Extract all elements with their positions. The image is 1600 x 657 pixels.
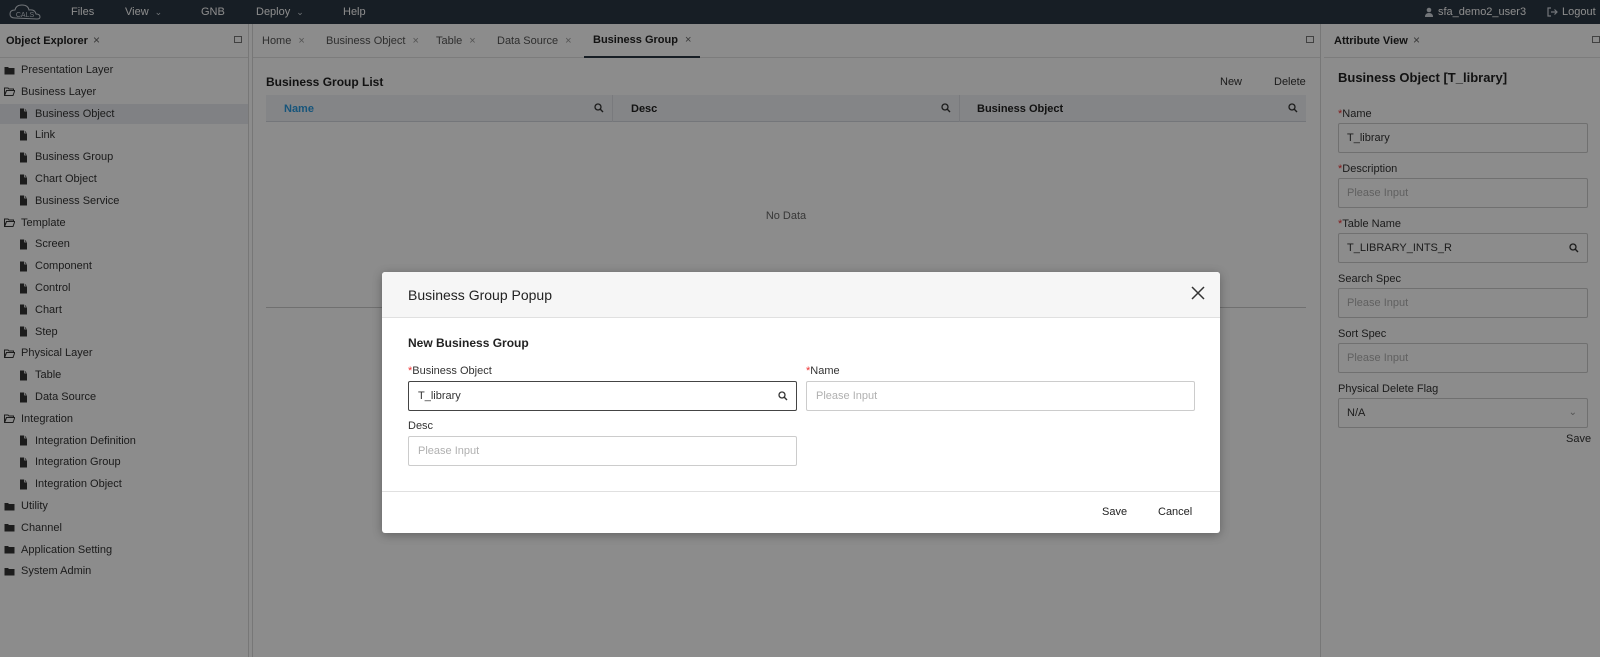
desc-label: Desc (408, 420, 433, 432)
modal-footer-divider (382, 491, 1220, 492)
modal-subtitle: New Business Group (408, 336, 529, 350)
business-object-label: *Business Object (408, 365, 492, 377)
field-label: Name (810, 365, 840, 377)
field-placeholder: Please Input (816, 390, 878, 402)
desc-field[interactable]: Please Input (408, 436, 797, 466)
search-icon[interactable] (778, 391, 788, 401)
name-label: *Name (806, 365, 840, 377)
modal-cancel-button[interactable]: Cancel (1158, 506, 1192, 518)
name-field[interactable]: Please Input (806, 381, 1195, 411)
field-label: Desc (408, 420, 434, 432)
modal-save-button[interactable]: Save (1102, 506, 1127, 518)
business-group-popup: Business Group Popup New Business Group … (382, 272, 1220, 533)
field-label: Business Object (412, 365, 492, 377)
modal-title: Business Group Popup (408, 287, 552, 303)
field-value: T_library (418, 390, 461, 402)
modal-header: Business Group Popup (382, 272, 1220, 318)
business-object-field[interactable]: T_library (408, 381, 797, 411)
close-icon[interactable] (1190, 285, 1206, 301)
field-placeholder: Please Input (418, 445, 480, 457)
